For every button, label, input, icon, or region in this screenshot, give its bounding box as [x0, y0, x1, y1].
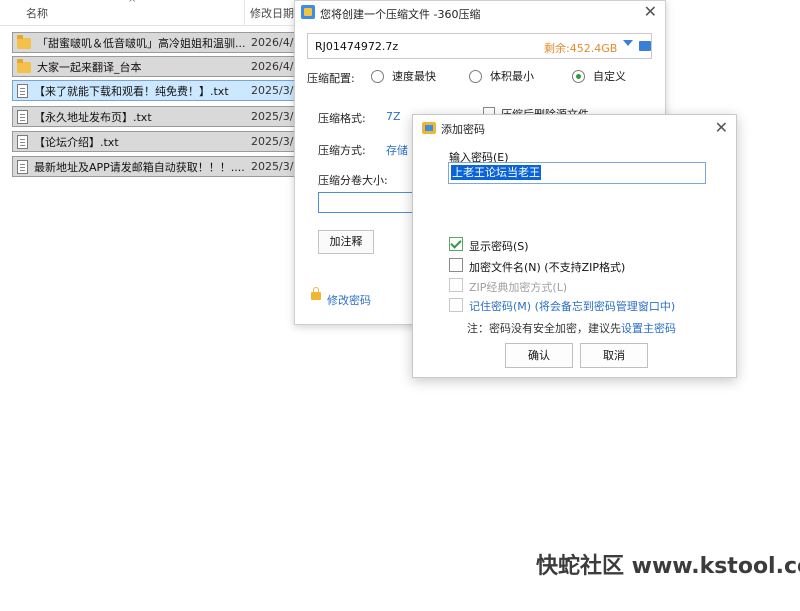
format-value[interactable]: 7Z [386, 110, 401, 123]
password-note-text: 注：密码没有安全加密，建议先 [467, 322, 621, 335]
column-header: ^ 名称 修改日期 [0, 0, 320, 26]
split-label: 压缩分卷大小: [318, 174, 388, 187]
file-date: 2026/4/2 [251, 36, 301, 49]
compress-title-bar[interactable]: 您将创建一个压缩文件 -360压缩 ✕ [295, 1, 665, 25]
close-icon[interactable]: ✕ [644, 2, 657, 21]
radio-icon[interactable] [371, 69, 384, 83]
password-note: 注：密码没有安全加密，建议先设置主密码 [467, 320, 676, 336]
remember-password-checkbox[interactable] [449, 298, 463, 312]
file-date: 2025/3/2 [251, 160, 301, 173]
modify-password-link[interactable]: 修改密码 [327, 292, 371, 308]
radio-fastest[interactable]: 速度最快 [371, 68, 436, 84]
method-label: 压缩方式: [318, 144, 366, 157]
file-date: 2025/3/2 [251, 84, 301, 97]
add-password-dialog: 添加密码 ✕ 输入密码(E) 上老王论坛当老王 显示密码(S) 加密文件名(N)… [412, 114, 737, 378]
radio-checked-icon[interactable] [572, 69, 585, 83]
text-file-icon [17, 159, 28, 174]
format-label: 压缩格式: [318, 112, 366, 125]
zip-classic-label: ZIP经典加密方式(L) [469, 281, 568, 294]
radio-icon[interactable] [469, 69, 482, 83]
password-dialog-icon [422, 122, 436, 134]
password-dialog-title: 添加密码 [441, 123, 485, 136]
folder-icon [17, 59, 31, 73]
radio-custom[interactable]: 自定义 [572, 68, 626, 84]
close-icon[interactable]: ✕ [715, 118, 728, 137]
radio-smallest-label: 体积最小 [490, 70, 534, 83]
set-master-password-link[interactable]: 设置主密码 [621, 322, 676, 335]
watermark-text: 快蛇社区 www.kstool.cc [536, 554, 800, 579]
radio-custom-label: 自定义 [593, 70, 626, 83]
column-name[interactable]: 名称 [26, 5, 48, 21]
show-password-label[interactable]: 显示密码(S) [469, 238, 529, 254]
remember-password-label[interactable]: 记住密码(M) (将会备忘到密码管理窗口中) [469, 298, 675, 314]
password-value[interactable]: 上老王论坛当老王 [451, 165, 541, 180]
file-date: 2025/3/2 [251, 110, 301, 123]
file-row[interactable]: 【来了就能下载和观看！纯免费！】.txt 2025/3/2 [12, 80, 312, 101]
archive-filename[interactable]: RJ01474972.7z [315, 40, 398, 53]
encrypt-filenames-checkbox[interactable] [449, 258, 463, 272]
confirm-button[interactable]: 确认 [505, 343, 573, 368]
dropdown-arrow-icon[interactable] [623, 40, 633, 46]
method-value[interactable]: 存储 [386, 142, 408, 158]
radio-fastest-label: 速度最快 [392, 70, 436, 83]
app-360zip-icon [301, 5, 315, 19]
column-date[interactable]: 修改日期 [250, 5, 294, 21]
radio-smallest[interactable]: 体积最小 [469, 68, 534, 84]
column-separator[interactable] [244, 0, 245, 26]
file-explorer: ^ 名称 修改日期 「甜蜜啵叽＆低音啵叽」高冷姐姐和温驯... 2026/4/2… [0, 0, 320, 611]
file-date: 2025/3/2 [251, 135, 301, 148]
file-row[interactable]: 大家一起来翻译_台本 2026/4/2 [12, 56, 312, 77]
sort-arrow-icon[interactable]: ^ [128, 0, 136, 9]
encrypt-filenames-label[interactable]: 加密文件名(N) (不支持ZIP格式) [469, 259, 625, 275]
file-row[interactable]: 【永久地址发布页】.txt 2025/3/2 [12, 106, 312, 127]
show-password-checkbox[interactable] [449, 237, 463, 251]
file-row[interactable]: 最新地址及APP请发邮箱自动获取！！！.... 2025/3/2 [12, 156, 312, 177]
text-file-icon [17, 134, 28, 149]
cancel-button[interactable]: 取消 [580, 343, 648, 368]
config-label: 压缩配置: [307, 72, 355, 85]
password-input[interactable]: 上老王论坛当老王 [448, 162, 706, 184]
archive-name-field[interactable]: RJ01474972.7z 剩余:452.4GB [307, 33, 652, 59]
text-file-icon [17, 83, 28, 98]
file-row[interactable]: 「甜蜜啵叽＆低音啵叽」高冷姐姐和温驯... 2026/4/2 [12, 32, 312, 53]
lock-icon [311, 287, 321, 300]
compress-title: 您将创建一个压缩文件 -360压缩 [320, 8, 481, 21]
folder-icon [17, 35, 31, 49]
text-file-icon [17, 109, 28, 124]
add-note-button[interactable]: 加注释 [318, 230, 374, 254]
folder-browse-icon[interactable] [639, 41, 651, 51]
file-row[interactable]: 【论坛介绍】.txt 2025/3/2 [12, 131, 312, 152]
free-space: 剩余:452.4GB [544, 42, 618, 55]
zip-classic-checkbox [449, 278, 463, 292]
file-date: 2026/4/2 [251, 60, 301, 73]
